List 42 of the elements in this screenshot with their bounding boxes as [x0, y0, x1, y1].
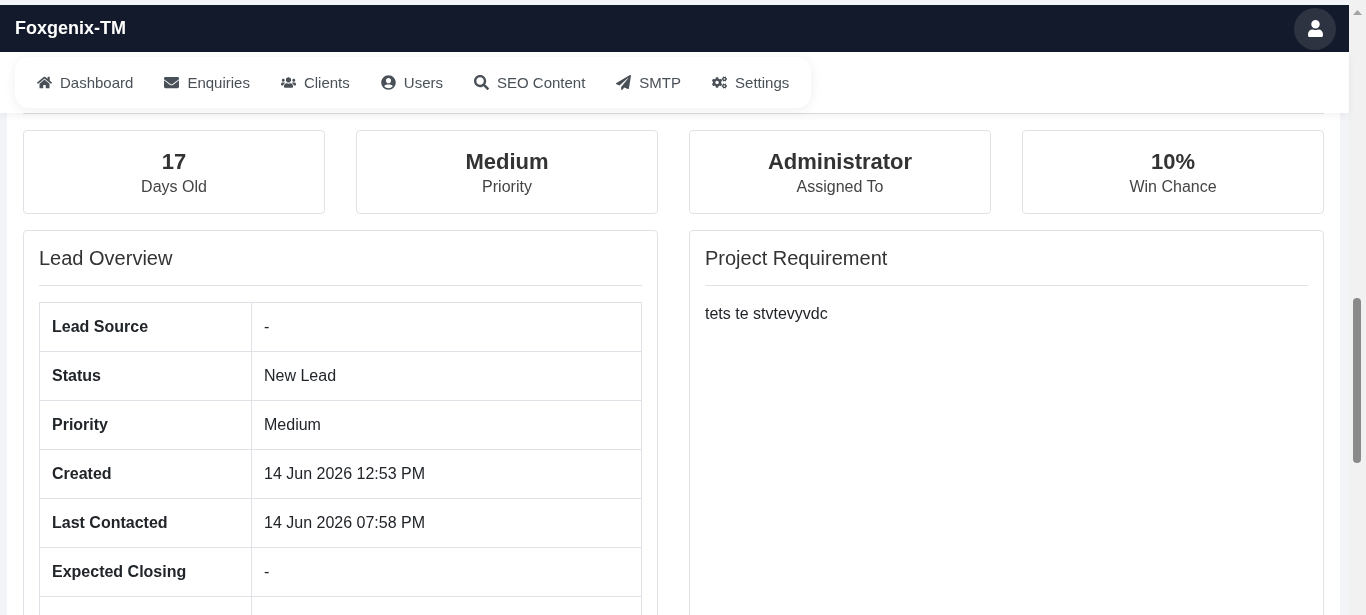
user-icon — [1307, 20, 1323, 37]
requirement-text: tets te stvtevyvdc — [705, 304, 829, 324]
search-icon — [473, 75, 489, 90]
brand-name: Foxgenix-TM — [15, 18, 126, 39]
scrollbar-thumb[interactable] — [1353, 298, 1361, 463]
field-value: 14 Jun 2026 12:53 PM — [263, 464, 426, 484]
field-label: Created — [40, 450, 252, 498]
field-label: Status — [40, 352, 252, 400]
field-value: - — [263, 562, 271, 582]
stat-label: Win Chance — [1129, 177, 1217, 196]
field-value: Medium — [263, 415, 322, 435]
home-icon — [37, 75, 52, 90]
gears-icon — [712, 75, 728, 90]
nav-link[interactable]: SEO Content — [473, 74, 586, 91]
field-label: Lead Source — [40, 303, 252, 351]
scroll-up-icon[interactable] — [1353, 10, 1362, 15]
field-value: - — [263, 317, 271, 337]
nav-link[interactable]: Settings — [712, 74, 790, 91]
nav-link[interactable]: Users — [380, 74, 443, 91]
nav-link[interactable]: Enquiries — [164, 74, 250, 91]
stat-value: Administrator — [767, 148, 913, 175]
stat-label: Days Old — [141, 177, 207, 196]
field-value: New Lead — [263, 366, 338, 386]
stat-label: Priority — [482, 177, 532, 196]
nav-link[interactable]: SMTP — [616, 74, 682, 91]
field-label: Priority — [40, 401, 252, 449]
stat-label: Assigned To — [796, 177, 884, 196]
card-title: Lead Overview — [39, 246, 174, 271]
card-title: Project Requirement — [705, 246, 889, 271]
users-icon — [280, 75, 296, 90]
nav-link[interactable]: Clients — [280, 74, 350, 91]
stat-value: 10% — [1150, 148, 1195, 175]
envelope-icon — [164, 75, 180, 90]
nav-link[interactable]: Dashboard — [37, 74, 134, 91]
user-menu-button[interactable] — [1294, 7, 1336, 50]
stat-value: Medium — [465, 148, 549, 175]
scrollbar[interactable] — [1349, 0, 1366, 615]
field-label: Last Contacted — [40, 499, 252, 547]
field-value: 14 Jun 2026 07:58 PM — [263, 513, 426, 533]
paper-plane-icon — [616, 75, 632, 90]
field-label: Expected Closing — [40, 548, 252, 596]
stat-value: 17 — [161, 148, 187, 175]
